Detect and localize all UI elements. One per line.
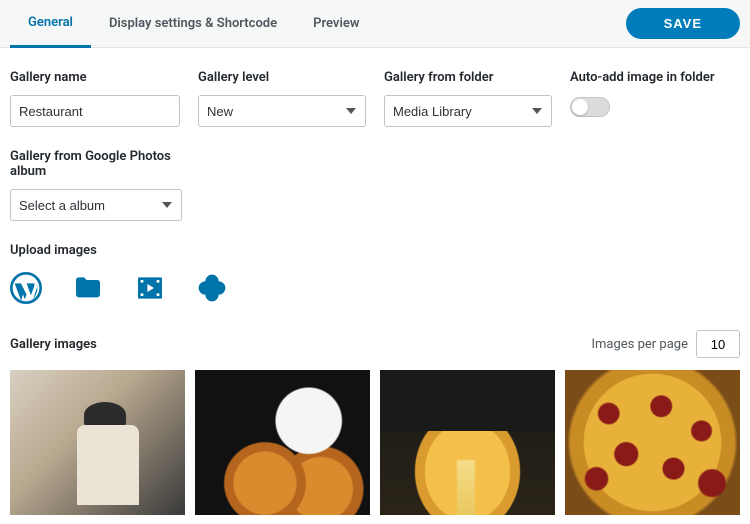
toggle-auto-add[interactable]	[570, 97, 610, 117]
tab-preview[interactable]: Preview	[295, 0, 377, 48]
video-icon[interactable]	[134, 272, 166, 304]
label-google-photos: Gallery from Google Photos album	[10, 149, 182, 179]
field-gallery-level: Gallery level New	[198, 70, 366, 127]
gallery-thumb[interactable]	[10, 370, 185, 515]
section-gallery-title: Gallery images	[10, 337, 97, 352]
label-gallery-name: Gallery name	[10, 70, 180, 85]
tab-display-settings[interactable]: Display settings & Shortcode	[91, 0, 295, 48]
save-button[interactable]: SAVE	[626, 8, 740, 39]
field-gallery-from-folder: Gallery from folder Media Library	[384, 70, 552, 127]
label-gallery-from-folder: Gallery from folder	[384, 70, 552, 85]
label-images-per-page: Images per page	[591, 337, 688, 352]
folder-icon[interactable]	[72, 272, 104, 304]
gallery-header: Gallery images Images per page	[10, 330, 740, 358]
toggle-knob	[572, 99, 588, 115]
label-auto-add: Auto-add image in folder	[570, 70, 720, 85]
gallery-thumb[interactable]	[565, 370, 740, 515]
google-photos-icon[interactable]	[196, 272, 228, 304]
tab-general[interactable]: General	[10, 0, 91, 48]
upload-icons-row	[10, 272, 740, 304]
gallery-thumb[interactable]	[195, 370, 370, 515]
field-google-photos: Gallery from Google Photos album Select …	[10, 149, 182, 221]
input-images-per-page[interactable]	[696, 330, 740, 358]
select-google-photos[interactable]: Select a album	[10, 189, 182, 221]
gallery-thumb[interactable]	[380, 370, 555, 515]
input-gallery-name[interactable]	[10, 95, 180, 127]
section-upload-title: Upload images	[10, 243, 740, 258]
field-auto-add: Auto-add image in folder	[570, 70, 720, 127]
tab-bar: General Display settings & Shortcode Pre…	[0, 0, 750, 48]
gallery-grid	[10, 370, 740, 515]
select-gallery-from-folder[interactable]: Media Library	[384, 95, 552, 127]
select-gallery-level[interactable]: New	[198, 95, 366, 127]
wordpress-icon[interactable]	[10, 272, 42, 304]
label-gallery-level: Gallery level	[198, 70, 366, 85]
field-gallery-name: Gallery name	[10, 70, 180, 127]
